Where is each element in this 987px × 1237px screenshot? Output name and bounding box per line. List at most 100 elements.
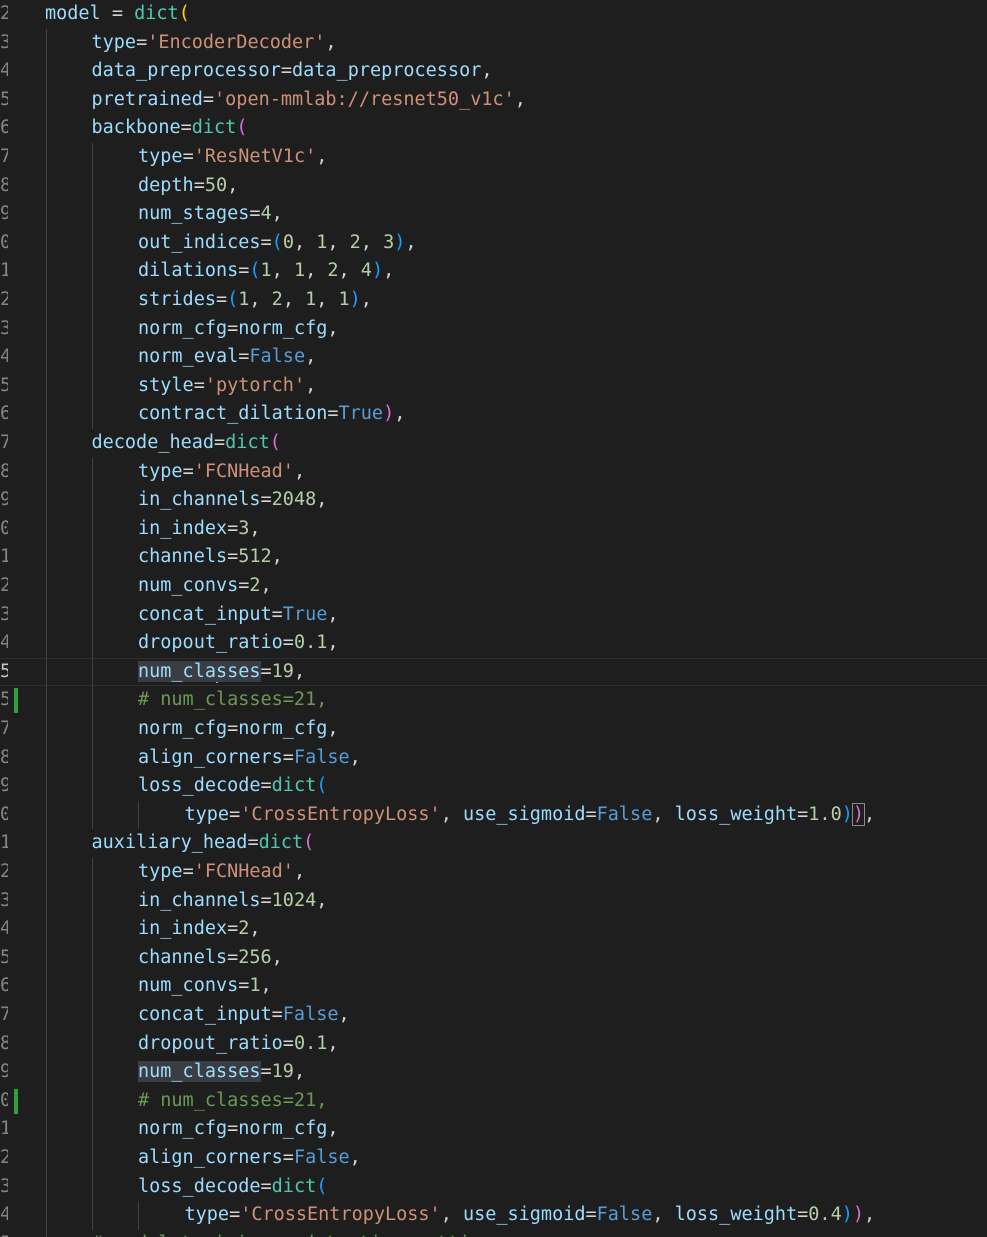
code-line[interactable]: 6 num_convs=1, [0, 972, 987, 1001]
code-line[interactable]: 2 strides=(1, 2, 1, 1), [0, 286, 987, 315]
indent-guide [46, 1172, 47, 1202]
code-line[interactable]: 9 num_stages=4, [0, 200, 987, 229]
code-text: num_convs=2, [138, 572, 272, 601]
code-line[interactable]: 6 backbone=dict( [0, 114, 987, 143]
code-token: = [271, 603, 283, 625]
code-line[interactable]: 7 norm_cfg=norm_cfg, [0, 715, 987, 744]
code-line[interactable]: 5 # num_classes=21, [0, 686, 987, 715]
code-token: = [585, 1204, 597, 1226]
indent-guide [92, 486, 93, 515]
code-line[interactable]: 7 decode_head=dict( [0, 429, 987, 458]
code-token: 1 [316, 231, 328, 253]
code-line[interactable]: 3 concat_input=True, [0, 600, 987, 630]
code-line[interactable]: 0 out_indices=(0, 1, 2, 3), [0, 228, 987, 258]
code-line[interactable]: 4 dropout_ratio=0.1, [0, 629, 987, 658]
code-line[interactable]: 4 norm_eval=False, [0, 343, 987, 372]
code-token: = [238, 575, 250, 596]
indent-guide [92, 514, 93, 544]
code-token: norm_cfg [238, 718, 328, 739]
code-line[interactable]: 2 align_corners=False, [0, 1144, 987, 1173]
code-text: channels=256, [138, 944, 283, 973]
code-line[interactable]: 1 norm_cfg=norm_cfg, [0, 1115, 987, 1144]
code-token: norm_cfg [138, 317, 228, 339]
code-line[interactable]: 3 in_channels=1024, [0, 886, 987, 916]
code-token: , [316, 889, 328, 911]
code-token: , [305, 374, 317, 396]
line-number: 0 [0, 231, 8, 253]
code-line[interactable]: 4 in_index=2, [0, 915, 987, 944]
code-token: ) [383, 403, 395, 425]
code-line[interactable]: 8 depth=50, [0, 171, 987, 201]
code-token: , [327, 1118, 339, 1140]
indent-guide [46, 286, 47, 315]
code-token: = [182, 146, 194, 167]
code-line[interactable]: 9 loss_decode=dict( [0, 772, 987, 801]
code-line[interactable]: 8 align_corners=False, [0, 743, 987, 773]
indent-guide [92, 600, 93, 630]
code-line[interactable]: 3 type='EncoderDecoder', [0, 28, 987, 58]
code-token: type [138, 460, 183, 482]
code-token: = [249, 203, 261, 225]
code-line[interactable]: 5 style='pytorch', [0, 371, 987, 401]
indent-guide [92, 257, 93, 286]
code-line[interactable]: 9 num_classes=19, [0, 1058, 987, 1087]
code-line[interactable]: 0 # num_classes=21, [0, 1086, 987, 1116]
code-token: , [360, 289, 372, 310]
code-line[interactable]: 1 dilations=(1, 1, 2, 4), [0, 257, 987, 286]
code-line[interactable]: 9 in_channels=2048, [0, 486, 987, 515]
code-line[interactable]: 0 in_index=3, [0, 514, 987, 544]
code-editor[interactable]: 2 model = dict(3 type='EncoderDecoder', 4 da… [0, 0, 987, 1237]
indent-guide [46, 1144, 47, 1173]
line-number: 9 [0, 203, 8, 225]
code-line[interactable]: 5 # model training and testing settings [0, 1229, 987, 1237]
code-token: 'FCNHead' [193, 460, 294, 482]
indent-guide [92, 143, 93, 172]
code-line[interactable]: 6 contract_dilation=True), [0, 400, 987, 429]
git-added-marker [14, 1088, 18, 1114]
line-number: 6 [0, 403, 8, 425]
indent-guide [92, 543, 93, 572]
indent-guide [46, 457, 47, 487]
code-token: = [280, 60, 292, 82]
indent-guide [46, 343, 47, 372]
code-text: type='FCNHead', [138, 858, 305, 887]
code-line[interactable]: 3 loss_decode=dict( [0, 1172, 987, 1202]
code-line[interactable]: 5 pretrained='open-mmlab://resnet50_v1c', [0, 85, 987, 115]
code-token: 4 [260, 203, 272, 225]
code-token: , [327, 317, 339, 339]
code-line[interactable]: 1 auxiliary_head=dict( [0, 829, 987, 858]
code-line[interactable]: 8 type='FCNHead', [0, 457, 987, 487]
code-token: dict [258, 832, 304, 854]
code-line[interactable]: 2 type='FCNHead', [0, 858, 987, 887]
code-token: ( [269, 432, 281, 453]
code-token: , [327, 1032, 339, 1054]
code-token: = [797, 1204, 809, 1226]
code-token: 0.1 [293, 632, 328, 654]
code-line[interactable]: 5 num_classes=19, [0, 657, 987, 687]
code-line[interactable]: 5 channels=256, [0, 943, 987, 973]
code-token: norm_cfg [238, 317, 328, 339]
code-line[interactable]: 7 type='ResNetV1c', [0, 143, 987, 172]
code-token: num_stages [138, 203, 250, 225]
line-number: 4 [0, 60, 8, 82]
code-line[interactable]: 4 type='CrossEntropyLoss', use_sigmoid=Fa… [0, 1201, 987, 1230]
code-line[interactable]: 2 model = dict( [0, 0, 987, 29]
code-token: False [293, 746, 350, 768]
code-line[interactable]: 1 channels=512, [0, 543, 987, 572]
code-line[interactable]: 2 num_convs=2, [0, 572, 987, 601]
indent-guide [92, 972, 93, 1001]
code-line[interactable]: 3 norm_cfg=norm_cfg, [0, 314, 987, 344]
code-line[interactable]: 0 type='CrossEntropyLoss', use_sigmoid=Fa… [0, 800, 987, 830]
code-line[interactable]: 4 data_preprocessor=data_preprocessor, [0, 57, 987, 86]
code-token: , [652, 1204, 675, 1226]
code-line[interactable]: 8 dropout_ratio=0.1, [0, 1029, 987, 1059]
code-line[interactable]: 7 concat_input=False, [0, 1001, 987, 1030]
code-token: 2 [271, 289, 283, 310]
code-token: 'pytorch' [204, 374, 306, 396]
code-token: dilations [138, 260, 239, 282]
code-token: , [325, 31, 337, 53]
code-token: norm_cfg [138, 718, 228, 739]
code-token: , [327, 603, 339, 625]
code-token: = [180, 117, 192, 139]
code-text: type='EncoderDecoder', [92, 29, 337, 58]
